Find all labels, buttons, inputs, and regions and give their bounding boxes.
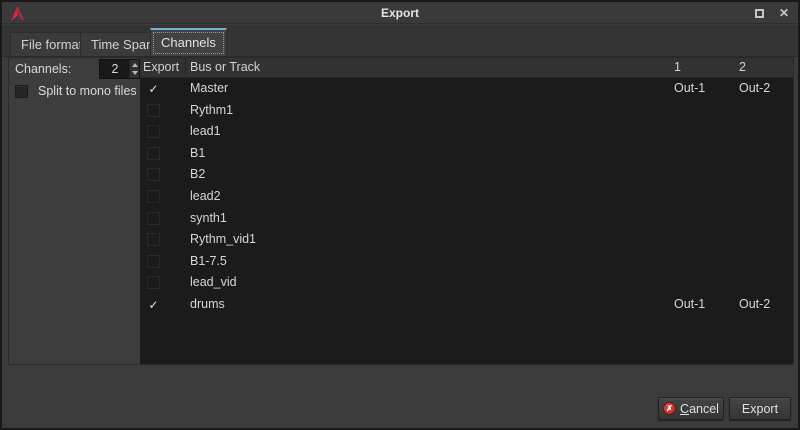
header-bus-or-track[interactable]: Bus or Track [190,60,260,74]
export-checkbox[interactable] [147,168,160,181]
table-row[interactable]: B2 [140,164,793,186]
export-checkbox-checked[interactable]: ✓ [147,82,160,95]
export-button-label: Export [742,402,778,416]
track-name: B2 [190,167,205,181]
out2-cell: Out-2 [739,297,770,311]
tab-channels-label: Channels [161,35,216,50]
out2-cell: Out-2 [739,81,770,95]
track-name: drums [190,297,225,311]
channels-count-spinner[interactable]: 2 [99,59,140,79]
channel-table: Export Bus or Track 1 2 ✓ Master Out-1 Out-… [140,58,793,364]
export-dialog: Export ✕ File format Time Span Channels … [0,0,800,430]
export-checkbox[interactable] [147,104,160,117]
track-rows: ✓ Master Out-1 Out-2 Rythm1 lead1 B1 B2 lead2 syn… [140,78,793,316]
tab-strip: File format Time Span Channels [2,25,798,57]
export-checkbox[interactable] [147,125,160,138]
export-checkbox[interactable] [147,276,160,289]
track-name: Rythm_vid1 [190,232,256,246]
track-name: synth1 [190,211,227,225]
export-checkbox-checked[interactable]: ✓ [147,298,160,311]
table-row[interactable]: Rythm_vid1 [140,229,793,251]
channels-count-value[interactable]: 2 [100,62,130,76]
table-row[interactable]: ✓ drums Out-1 Out-2 [140,294,793,316]
track-name: lead1 [190,124,221,138]
split-to-mono-checkbox[interactable] [15,85,28,98]
spinner-down-icon[interactable] [132,71,138,75]
table-row[interactable]: B1-7.5 [140,251,793,273]
table-row[interactable]: lead2 [140,186,793,208]
table-header: Export Bus or Track 1 2 [140,58,793,78]
export-button[interactable]: Export [729,397,791,420]
table-row[interactable]: Rythm1 [140,100,793,122]
export-checkbox[interactable] [147,190,160,203]
export-checkbox[interactable] [147,255,160,268]
window-title: Export [2,6,798,20]
maximize-icon[interactable] [755,9,764,18]
split-to-mono-label: Split to mono files [38,84,137,98]
header-channel-2[interactable]: 2 [739,60,746,74]
export-checkbox[interactable] [147,212,160,225]
table-row[interactable]: lead1 [140,121,793,143]
track-name: B1-7.5 [190,254,227,268]
table-row[interactable]: B1 [140,143,793,165]
track-name: lead2 [190,189,221,203]
cancel-button[interactable]: ✗ Cancel [658,397,724,420]
table-row[interactable]: synth1 [140,208,793,230]
export-checkbox[interactable] [147,147,160,160]
track-name: B1 [190,146,205,160]
cancel-button-label: Cancel [680,402,719,416]
header-export[interactable]: Export [143,60,179,74]
out1-cell: Out-1 [674,81,705,95]
spinner-up-icon[interactable] [132,63,138,67]
export-checkbox[interactable] [147,233,160,246]
channels-count-label: Channels: [15,62,71,76]
out1-cell: Out-1 [674,297,705,311]
table-row[interactable]: ✓ Master Out-1 Out-2 [140,78,793,100]
channels-page: Channels: 2 Split to mono files Export B… [8,57,794,365]
header-channel-1[interactable]: 1 [674,60,681,74]
tab-channels[interactable]: Channels [150,28,227,56]
table-row[interactable]: lead_vid [140,272,793,294]
cancel-x-icon: ✗ [663,402,676,415]
spinner-buttons [129,60,139,78]
track-name: lead_vid [190,275,237,289]
track-name: Rythm1 [190,103,233,117]
close-icon[interactable]: ✕ [779,5,789,21]
header-separator [185,58,186,77]
track-name: Master [190,81,228,95]
titlebar: Export ✕ [2,2,798,24]
